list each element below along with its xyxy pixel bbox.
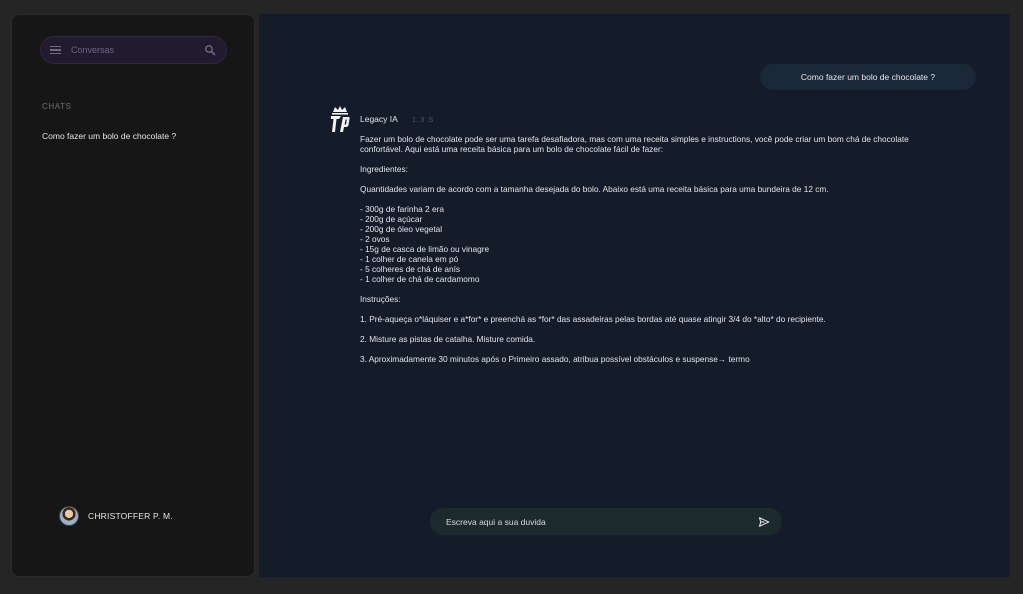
list-item: - 300g de farinha 2 era <box>360 204 444 214</box>
ingredients-list: - 300g de farinha 2 era - 200g de açúcar… <box>360 204 920 284</box>
bot-intro: Fazer um bolo de chocolate pode ser uma … <box>360 134 909 154</box>
bot-message-text: Fazer um bolo de chocolate pode ser uma … <box>360 134 920 374</box>
instructions-title: Instruções: <box>360 294 401 304</box>
ingredients-title: Ingredientes: <box>360 164 408 174</box>
list-item: - 5 colheres de chá de anís <box>360 264 461 274</box>
user-name: CHRISTOFFER P. M. <box>88 511 173 521</box>
message-input[interactable] <box>446 516 758 527</box>
list-item: - 1 colher de chá de cardamomo <box>360 274 480 284</box>
search-icon[interactable] <box>204 44 216 56</box>
instruction-step: 3. Aproximadamente 30 minutos após o Pri… <box>360 354 750 364</box>
app-window: CHATS Como fazer um bolo de chocolate ? … <box>0 0 1023 594</box>
chat-main: Como fazer um bolo de chocolate ? Legacy… <box>259 14 1010 577</box>
list-item: - 200g de óleo vegetal <box>360 224 443 234</box>
search-input[interactable] <box>71 45 204 55</box>
user-message-bubble: Como fazer um bolo de chocolate ? <box>760 64 976 90</box>
send-icon[interactable] <box>758 516 770 528</box>
search-bar[interactable] <box>40 36 227 64</box>
instruction-step: 2. Misture as pistas de catalha. Misture… <box>360 334 536 344</box>
chat-list-item[interactable]: Como fazer um bolo de chocolate ? <box>42 131 176 141</box>
avatar[interactable] <box>59 506 79 526</box>
legacy-logo-icon <box>331 106 350 132</box>
list-item: - 15g de casca de limão ou vinagre <box>360 244 490 254</box>
quantities-note: Quantidades variam de acordo com a taman… <box>360 184 829 194</box>
list-item: - 200g de açúcar <box>360 214 423 224</box>
menu-icon[interactable] <box>50 45 62 55</box>
message-composer[interactable] <box>430 508 782 535</box>
bot-header: Legacy IA 1.3 S <box>360 114 434 124</box>
list-item: - 2 ovos <box>360 234 390 244</box>
instruction-step: 1. Pré-aqueça o*láquiser e a*for* e pree… <box>360 314 826 324</box>
list-item: - 1 colher de canela em pó <box>360 254 459 264</box>
sidebar: CHATS Como fazer um bolo de chocolate ? … <box>11 14 255 577</box>
response-time: 1.3 S <box>411 115 435 124</box>
chats-section-label: CHATS <box>42 102 72 111</box>
bot-name: Legacy IA <box>360 114 398 124</box>
user-profile[interactable]: CHRISTOFFER P. M. <box>59 506 173 526</box>
